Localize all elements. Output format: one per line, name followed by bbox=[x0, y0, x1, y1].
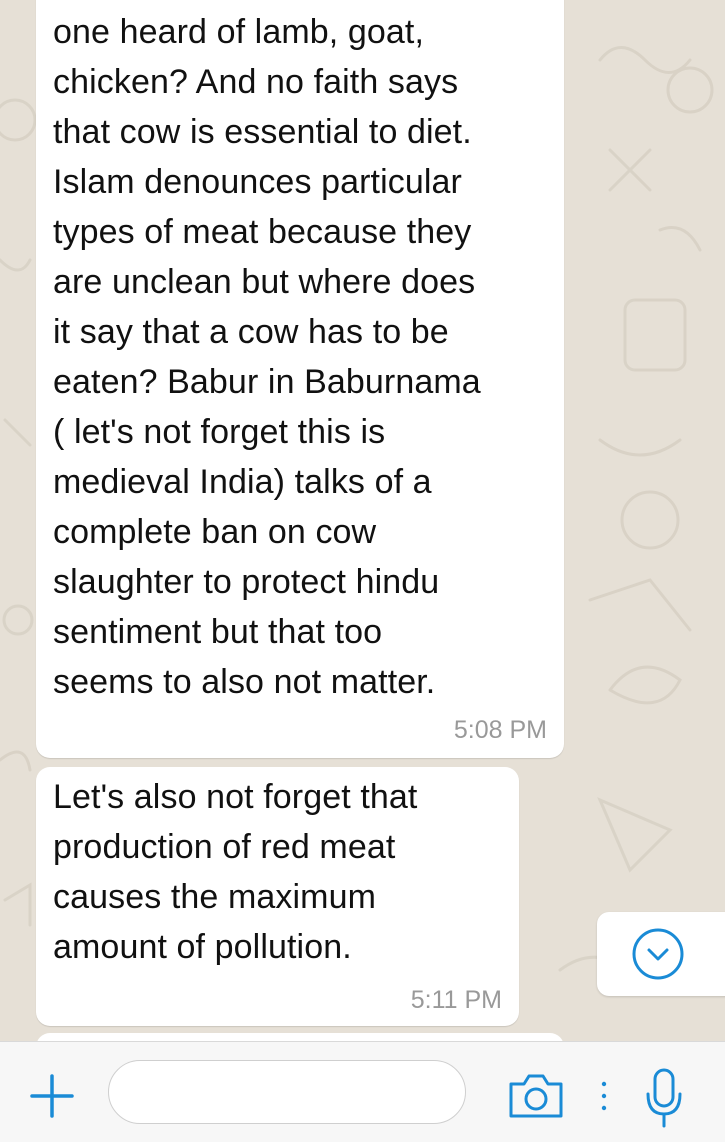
message-text: Let's also not forget that production of… bbox=[53, 778, 418, 966]
message-input-bar bbox=[0, 1041, 725, 1142]
message-bubble[interactable]: one heard of lamb, goat, chicken? And no… bbox=[36, 0, 564, 758]
message-timestamp: 5:11 PM bbox=[410, 986, 502, 1014]
message-bubble[interactable]: Let's also not forget that production of… bbox=[36, 767, 519, 1026]
vertical-dots-icon bbox=[601, 1081, 607, 1111]
scroll-to-bottom-button[interactable] bbox=[597, 912, 725, 996]
message-bubble-partial[interactable] bbox=[36, 1033, 564, 1041]
chat-area[interactable]: one heard of lamb, goat, chicken? And no… bbox=[0, 0, 725, 1041]
voice-message-button[interactable] bbox=[640, 1066, 688, 1130]
microphone-icon bbox=[646, 1068, 682, 1128]
chevron-down-icon bbox=[632, 928, 684, 980]
message-text: one heard of lamb, goat, chicken? And no… bbox=[53, 13, 481, 701]
camera-icon bbox=[509, 1074, 563, 1118]
plus-icon bbox=[30, 1074, 74, 1118]
message-timestamp: 5:08 PM bbox=[453, 716, 547, 744]
camera-button[interactable] bbox=[506, 1072, 566, 1120]
more-options-button[interactable] bbox=[594, 1078, 614, 1114]
message-input[interactable] bbox=[108, 1060, 466, 1124]
attach-button[interactable] bbox=[28, 1072, 76, 1120]
